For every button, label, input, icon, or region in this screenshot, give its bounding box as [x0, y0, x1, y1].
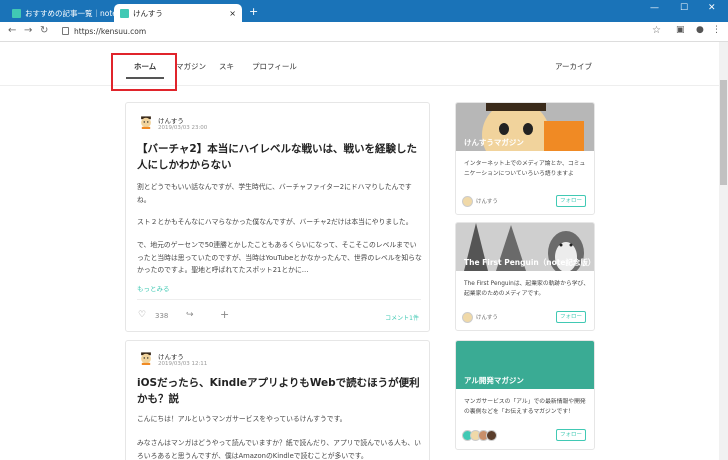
note-favicon-icon — [120, 8, 129, 18]
close-window-button[interactable]: ✕ — [708, 3, 716, 13]
divider — [137, 299, 421, 300]
magazine-author[interactable]: けんすう — [462, 195, 498, 207]
magazine-contributors[interactable] — [462, 429, 497, 441]
tab-kensuu[interactable]: けんすう × — [114, 4, 242, 22]
magazine-description: インターネット上でのメディア論とか、コミュニケーションについていろいろ語りますよ — [464, 161, 586, 177]
author-avatar — [462, 195, 473, 207]
magazine-card[interactable]: けんすうマガジン インターネット上でのメディア論とか、コミュニケーションについて… — [455, 102, 595, 215]
follow-button[interactable]: フォロー — [556, 311, 586, 323]
magazine-description: マンガサービスの「アル」での最新情報や開発の裏側などを「お伝えするマガジンです！ — [464, 399, 586, 415]
post-card[interactable]: けんすう 2019/03/03 23:00 【バーチャ2】本当にハイレベルな戦い… — [125, 102, 430, 332]
maximize-button[interactable]: ☐ — [680, 3, 688, 13]
magazine-name[interactable]: けんすうマガジン — [464, 137, 524, 148]
tab-title: おすすめの記事一覧｜note ーーつ — [25, 8, 114, 18]
author-avatar — [462, 311, 473, 323]
author-name[interactable]: けんすう — [158, 115, 184, 125]
follow-button[interactable]: フォロー — [556, 195, 586, 207]
follow-button[interactable]: フォロー — [556, 429, 586, 441]
minimize-button[interactable]: — — [650, 3, 659, 13]
back-icon[interactable]: ← — [8, 25, 16, 36]
archive-link[interactable]: アーカイブ — [555, 61, 592, 72]
tab-profile[interactable]: プロフィール — [252, 61, 297, 72]
read-more-link[interactable]: もっとみる — [137, 283, 170, 293]
author-name[interactable]: けんすう — [158, 351, 184, 361]
magazine-card[interactable]: The First Penguin（note記念版） The First Pen… — [455, 222, 595, 331]
magazine-description: The First Penguinは、起業家の軌跡から学び、起業家のためのメディ… — [464, 281, 590, 297]
magazine-author[interactable]: けんすう — [462, 311, 498, 323]
tab-title: けんすう — [133, 8, 163, 18]
account-icon[interactable]: ● — [696, 25, 704, 35]
menu-icon[interactable]: ⋮ — [712, 25, 721, 35]
new-tab-button[interactable]: + — [249, 5, 258, 18]
url-field[interactable]: https://kensuu.com — [74, 27, 146, 36]
magazine-name[interactable]: The First Penguin（note記念版） — [464, 257, 594, 268]
bookmark-star-icon[interactable]: ☆ — [652, 25, 661, 36]
magazine-author-name: けんすう — [476, 315, 498, 321]
magazine-card[interactable]: アル開発マガジン マンガサービスの「アル」での最新情報や開発の裏側などを「お伝え… — [455, 340, 595, 450]
post-date: 2019/03/03 12:11 — [158, 361, 208, 367]
post-card[interactable]: けんすう 2019/03/03 12:11 iOSだったら、Kindleアプリよ… — [125, 340, 430, 460]
note-favicon-icon — [12, 8, 21, 18]
tab-likes[interactable]: スキ — [219, 61, 234, 72]
profile-subnav: ホーム マガジン スキ プロフィール アーカイブ — [0, 42, 719, 86]
magazine-cover: けんすうマガジン — [456, 103, 594, 151]
post-date: 2019/03/03 23:00 — [158, 125, 208, 131]
like-heart-icon[interactable]: ♡ — [138, 310, 146, 320]
magazine-author-name: けんすう — [476, 199, 498, 205]
post-paragraph: 割とどうでもいい話なんですが、学生時代に、バーチャファイター2にドハマりしたんで… — [137, 183, 412, 204]
post-title[interactable]: iOSだったら、KindleアプリよりもWebで読むほうが便利かも？説 — [137, 375, 421, 407]
share-icon[interactable]: ↪ — [186, 310, 194, 320]
reload-icon[interactable]: ↻ — [40, 25, 48, 36]
comments-link[interactable]: コメント1件 — [385, 313, 419, 322]
tab-note[interactable]: おすすめの記事一覧｜note ーーつ × — [6, 4, 114, 22]
add-icon[interactable]: + — [220, 308, 229, 321]
address-bar: ← → ↻ https://kensuu.com ☆ ▣ ● ⋮ — [0, 22, 728, 42]
like-count: 338 — [155, 312, 169, 320]
close-tab-icon[interactable]: × — [229, 9, 236, 18]
post-paragraph: みなさんはマンガはどうやって読んでいますか？紙で読んだり、アプリで読んでいる人も… — [137, 439, 421, 460]
extension-icon[interactable]: ▣ — [676, 25, 685, 35]
author-avatar[interactable] — [139, 115, 153, 129]
post-title[interactable]: 【バーチャ2】本当にハイレベルな戦いは、戦いを経験した人にしかわからない — [137, 141, 421, 173]
highlight-box — [111, 53, 177, 91]
forward-icon[interactable]: → — [24, 25, 32, 36]
tab-magazine[interactable]: マガジン — [176, 61, 206, 72]
magazine-cover: The First Penguin（note記念版） — [456, 223, 594, 271]
post-paragraph: スト２とかもそんなにハマらなかった僕なんですが、バーチャ2だけは本当にやりました… — [137, 218, 413, 226]
scrollbar-thumb[interactable] — [720, 80, 727, 185]
magazine-name[interactable]: アル開発マガジン — [464, 375, 524, 386]
page-content: ホーム マガジン スキ プロフィール アーカイブ けんすう 2019/03/03… — [0, 42, 719, 460]
post-paragraph: で、地元のゲーセンで50連勝とかしたこともあるくらいになって、そこそこのレベルま… — [137, 241, 422, 274]
lock-icon — [62, 27, 69, 35]
author-avatar[interactable] — [139, 351, 153, 365]
magazine-cover: アル開発マガジン — [456, 341, 594, 389]
contributor-avatar — [486, 429, 497, 441]
post-paragraph: こんにちは！アルというマンガサービスをやっているけんすうです。 — [137, 415, 347, 423]
